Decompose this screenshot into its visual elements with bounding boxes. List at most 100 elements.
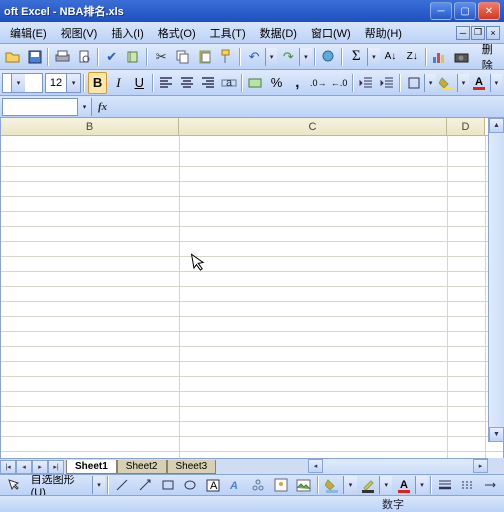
- sheet-tab-sheet3[interactable]: Sheet3: [167, 460, 217, 474]
- doc-close-button[interactable]: ×: [486, 26, 500, 40]
- status-text: 数字: [382, 496, 404, 512]
- minimize-button[interactable]: ─: [430, 2, 452, 20]
- spelling-icon[interactable]: ✔: [102, 46, 122, 68]
- font-size-dropdown[interactable]: 12▾: [45, 73, 81, 93]
- font-name-dropdown[interactable]: ▾: [2, 73, 43, 93]
- undo-icon[interactable]: ↶: [244, 46, 264, 68]
- merge-center-icon[interactable]: a: [219, 72, 238, 94]
- vertical-scrollbar[interactable]: ▲ ▼: [488, 118, 504, 442]
- print-icon[interactable]: [52, 46, 72, 68]
- align-left-icon[interactable]: [157, 72, 176, 94]
- draw-arrow-icon[interactable]: [3, 474, 24, 496]
- decrease-indent-icon[interactable]: [357, 72, 376, 94]
- menu-data[interactable]: 数据(D): [254, 23, 303, 43]
- line-icon[interactable]: [112, 474, 133, 496]
- menu-help[interactable]: 帮助(H): [359, 23, 408, 43]
- increase-indent-icon[interactable]: [377, 72, 396, 94]
- oval-icon[interactable]: [180, 474, 201, 496]
- tab-nav-first[interactable]: |◂: [0, 460, 16, 474]
- italic-button[interactable]: I: [109, 72, 128, 94]
- cells-area[interactable]: [1, 136, 503, 458]
- align-center-icon[interactable]: [178, 72, 197, 94]
- tab-nav-next[interactable]: ▸: [32, 460, 48, 474]
- wordart-icon[interactable]: A: [225, 474, 246, 496]
- hyperlink-icon[interactable]: [319, 46, 339, 68]
- scroll-left-button[interactable]: ◂: [308, 459, 323, 473]
- bold-button[interactable]: B: [88, 72, 107, 94]
- menu-view[interactable]: 视图(V): [55, 23, 104, 43]
- scroll-up-button[interactable]: ▲: [489, 118, 504, 133]
- save-icon[interactable]: [25, 46, 45, 68]
- format-painter-icon[interactable]: [216, 46, 236, 68]
- rectangle-icon[interactable]: [157, 474, 178, 496]
- sheet-tab-sheet1[interactable]: Sheet1: [66, 460, 117, 474]
- close-button[interactable]: ✕: [478, 2, 500, 20]
- tab-nav-last[interactable]: ▸|: [48, 460, 64, 474]
- fill-color-icon[interactable]: [437, 72, 456, 94]
- research-icon[interactable]: [124, 46, 144, 68]
- percent-button[interactable]: %: [267, 72, 286, 94]
- align-right-icon[interactable]: [198, 72, 217, 94]
- menu-edit[interactable]: 编辑(E): [4, 23, 53, 43]
- cut-icon[interactable]: ✂: [151, 46, 171, 68]
- autoshapes-button[interactable]: 自选图形(U): [25, 474, 92, 496]
- fill-color-draw-icon[interactable]: [322, 474, 343, 496]
- undo-dropdown[interactable]: ▾: [265, 48, 278, 66]
- line-color-icon[interactable]: [358, 474, 379, 496]
- scroll-right-button[interactable]: ▸: [473, 459, 488, 473]
- menu-insert[interactable]: 插入(I): [105, 23, 149, 43]
- autosum-icon[interactable]: Σ: [346, 46, 366, 68]
- line-style-icon[interactable]: [435, 474, 456, 496]
- doc-minimize-button[interactable]: ─: [456, 26, 470, 40]
- currency-icon[interactable]: [246, 72, 265, 94]
- comma-button[interactable]: ,: [288, 72, 307, 94]
- tab-nav-prev[interactable]: ◂: [16, 460, 32, 474]
- increase-decimal-icon[interactable]: .0→: [309, 72, 328, 94]
- dash-style-icon[interactable]: [458, 474, 479, 496]
- paste-icon[interactable]: [195, 46, 215, 68]
- fx-icon[interactable]: fx: [98, 101, 107, 113]
- open-icon[interactable]: [3, 46, 23, 68]
- autosum-dropdown[interactable]: ▾: [367, 48, 380, 66]
- redo-icon[interactable]: ↷: [278, 46, 298, 68]
- sheet-tab-sheet2[interactable]: Sheet2: [117, 460, 167, 474]
- borders-dropdown[interactable]: ▾: [424, 74, 436, 92]
- line-color-dropdown[interactable]: ▾: [379, 476, 392, 494]
- fill-color-dropdown[interactable]: ▾: [457, 74, 469, 92]
- spreadsheet-grid[interactable]: BCD: [0, 118, 504, 458]
- redo-dropdown[interactable]: ▾: [299, 48, 312, 66]
- decrease-decimal-icon[interactable]: ←.0: [330, 72, 349, 94]
- fill-color-draw-dropdown[interactable]: ▾: [343, 476, 356, 494]
- menu-window[interactable]: 窗口(W): [305, 23, 357, 43]
- font-color-draw-icon[interactable]: A: [393, 474, 414, 496]
- scroll-down-button[interactable]: ▼: [489, 427, 504, 442]
- menu-format[interactable]: 格式(O): [152, 23, 202, 43]
- font-color-draw-dropdown[interactable]: ▾: [415, 476, 428, 494]
- clipart-icon[interactable]: [271, 474, 292, 496]
- arrow-icon[interactable]: [135, 474, 156, 496]
- arrow-style-icon[interactable]: [480, 474, 501, 496]
- column-header-B[interactable]: B: [1, 118, 179, 135]
- menu-tools[interactable]: 工具(T): [204, 23, 252, 43]
- name-box[interactable]: ▾: [2, 98, 92, 116]
- delete-button[interactable]: 删除: [473, 46, 500, 68]
- print-preview-icon[interactable]: [74, 46, 94, 68]
- column-header-D[interactable]: D: [447, 118, 485, 135]
- borders-icon[interactable]: [404, 72, 423, 94]
- maximize-button[interactable]: ▢: [454, 2, 476, 20]
- column-header-C[interactable]: C: [179, 118, 447, 135]
- underline-button[interactable]: U: [130, 72, 149, 94]
- textbox-icon[interactable]: A: [203, 474, 224, 496]
- copy-icon[interactable]: [173, 46, 193, 68]
- horizontal-scrollbar[interactable]: ◂ ▸: [308, 459, 488, 474]
- diagram-icon[interactable]: [248, 474, 269, 496]
- camera-icon[interactable]: [452, 46, 472, 68]
- autoshapes-dropdown[interactable]: ▾: [92, 476, 105, 494]
- picture-icon[interactable]: [293, 474, 314, 496]
- font-color-icon[interactable]: A: [470, 72, 489, 94]
- font-color-dropdown[interactable]: ▾: [490, 74, 502, 92]
- chart-wizard-icon[interactable]: [430, 46, 450, 68]
- sort-asc-icon[interactable]: A↓: [381, 46, 401, 68]
- sort-desc-icon[interactable]: Z↓: [402, 46, 422, 68]
- doc-restore-button[interactable]: ❐: [471, 26, 485, 40]
